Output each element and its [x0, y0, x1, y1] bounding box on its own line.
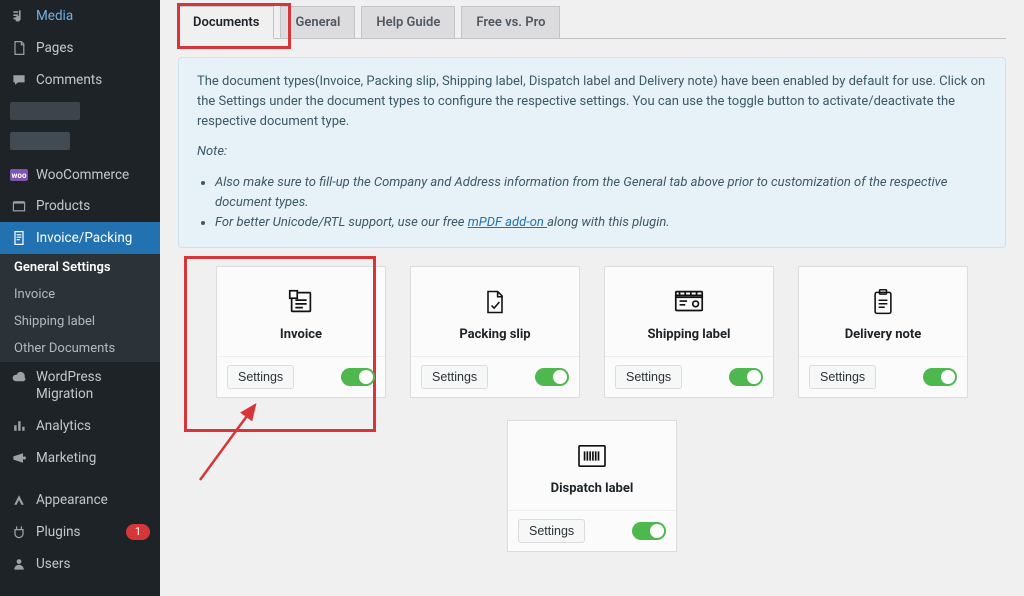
- card-title: Packing slip: [459, 327, 530, 342]
- sidebar-item-label: Products: [36, 198, 150, 214]
- doc-card-dispatch-label: Dispatch label Settings: [507, 420, 677, 552]
- packing-toggle[interactable]: [535, 368, 569, 386]
- packing-slip-icon: [478, 285, 512, 319]
- sidebar-item-label: Analytics: [36, 418, 150, 434]
- analytics-icon: [10, 417, 28, 435]
- dispatch-settings-button[interactable]: Settings: [518, 519, 585, 543]
- sidebar-item-invoice-packing[interactable]: Invoice/Packing: [0, 222, 160, 254]
- sidebar-item-label: Appearance: [36, 492, 150, 508]
- sidebar-item-pages[interactable]: Pages: [0, 32, 160, 64]
- sidebar-item-label: Comments: [36, 72, 150, 88]
- sidebar-item-users[interactable]: Users: [0, 548, 160, 580]
- notice-note-label: Note:: [197, 144, 227, 159]
- pages-icon: [10, 39, 28, 57]
- shipping-label-icon: [672, 285, 706, 319]
- dispatch-label-icon: [575, 439, 609, 473]
- plugins-icon: [10, 523, 28, 541]
- sidebar-item-label: WooCommerce: [36, 167, 150, 183]
- tab-free-vs-pro[interactable]: Free vs. Pro: [461, 6, 560, 38]
- card-title: Shipping label: [648, 327, 731, 342]
- marketing-icon: [10, 449, 28, 467]
- delivery-settings-button[interactable]: Settings: [809, 365, 876, 389]
- tab-help-guide[interactable]: Help Guide: [361, 6, 455, 38]
- sidebar-item-comments[interactable]: Comments: [0, 64, 160, 96]
- doc-card-invoice: Invoice Settings: [216, 266, 386, 398]
- document-cards-area: Invoice Settings Packing slip: [178, 266, 1006, 552]
- sidebar-item-label: Media: [36, 8, 150, 24]
- sidebar-item-marketing[interactable]: Marketing: [0, 442, 160, 474]
- sidebar-item-label: Plugins: [36, 524, 114, 540]
- sidebar-item-label: WordPress Migration: [36, 369, 150, 403]
- woocommerce-icon: woo: [10, 169, 28, 181]
- media-icon: [10, 7, 28, 25]
- tab-general[interactable]: General: [280, 6, 355, 38]
- sidebar-item-products[interactable]: Products: [0, 190, 160, 222]
- submenu-invoice[interactable]: Invoice: [0, 281, 160, 308]
- packing-settings-button[interactable]: Settings: [421, 365, 488, 389]
- invoice-icon: [10, 229, 28, 247]
- users-icon: [10, 555, 28, 573]
- comments-icon: [10, 71, 28, 89]
- sidebar-item-label: Pages: [36, 40, 150, 56]
- sidebar-item-wp-migration[interactable]: WordPress Migration: [0, 362, 160, 410]
- sidebar-item-label: Invoice/Packing: [36, 230, 150, 246]
- card-title: Dispatch label: [551, 481, 634, 496]
- sidebar-item-media[interactable]: Media: [0, 0, 160, 32]
- invoice-settings-button[interactable]: Settings: [227, 365, 294, 389]
- delivery-toggle[interactable]: [923, 368, 957, 386]
- sidebar-item-label: Marketing: [36, 450, 150, 466]
- doc-card-delivery-note: Delivery note Settings: [798, 266, 968, 398]
- products-icon: [10, 197, 28, 215]
- sidebar-item-appearance[interactable]: Appearance: [0, 484, 160, 516]
- card-title: Invoice: [280, 327, 322, 342]
- invoice-toggle[interactable]: [341, 368, 375, 386]
- notice-li2-a: For better Unicode/RTL support, use our …: [215, 215, 468, 230]
- doc-card-shipping-label: Shipping label Settings: [604, 266, 774, 398]
- submenu-other-documents[interactable]: Other Documents: [0, 335, 160, 362]
- card-title: Delivery note: [845, 327, 922, 342]
- mpdf-addon-link[interactable]: mPDF add-on: [468, 215, 547, 230]
- plugins-update-badge: 1: [126, 524, 150, 540]
- admin-sidebar: Media Pages Comments woo WooCommerce Pro…: [0, 0, 160, 596]
- sidebar-placeholder: [10, 102, 80, 120]
- notice-li1: Also make sure to fill-up the Company an…: [215, 175, 947, 210]
- sidebar-item-woocommerce[interactable]: woo WooCommerce: [0, 160, 160, 190]
- info-notice: The document types(Invoice, Packing slip…: [178, 57, 1006, 248]
- sidebar-item-analytics[interactable]: Analytics: [0, 410, 160, 442]
- notice-text: The document types(Invoice, Packing slip…: [197, 72, 987, 132]
- shipping-settings-button[interactable]: Settings: [615, 365, 682, 389]
- submenu-shipping-label[interactable]: Shipping label: [0, 308, 160, 335]
- sidebar-item-plugins[interactable]: Plugins 1: [0, 516, 160, 548]
- tab-bar: Documents General Help Guide Free vs. Pr…: [178, 6, 1006, 39]
- sidebar-placeholder: [10, 132, 70, 150]
- cloud-icon: [10, 369, 28, 387]
- appearance-icon: [10, 491, 28, 509]
- shipping-toggle[interactable]: [729, 368, 763, 386]
- delivery-note-icon: [866, 285, 900, 319]
- sidebar-item-label: Users: [36, 556, 150, 572]
- tab-documents[interactable]: Documents: [178, 6, 274, 39]
- sidebar-submenu: General Settings Invoice Shipping label …: [0, 254, 160, 362]
- invoice-doc-icon: [284, 285, 318, 319]
- submenu-general-settings[interactable]: General Settings: [0, 254, 160, 281]
- doc-card-packing-slip: Packing slip Settings: [410, 266, 580, 398]
- main-content: Documents General Help Guide Free vs. Pr…: [160, 0, 1024, 596]
- dispatch-toggle[interactable]: [632, 522, 666, 540]
- notice-li2-b: along with this plugin.: [547, 215, 670, 230]
